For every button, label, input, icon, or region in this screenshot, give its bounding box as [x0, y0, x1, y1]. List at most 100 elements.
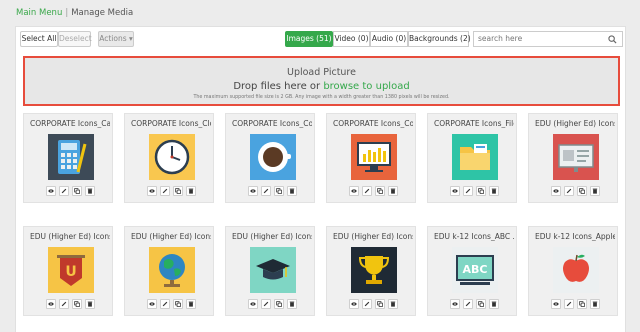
view-button[interactable]: [248, 186, 258, 196]
eye-icon: [351, 189, 357, 193]
copy-button[interactable]: [274, 186, 284, 196]
copy-icon: [478, 301, 484, 307]
edit-button[interactable]: [564, 299, 574, 309]
media-card[interactable]: CORPORATE Icons_File: [427, 113, 517, 203]
media-actions: [147, 186, 197, 196]
delete-button[interactable]: [85, 299, 95, 309]
select-all-button[interactable]: Select All: [20, 31, 58, 47]
copy-button[interactable]: [375, 299, 385, 309]
edit-button[interactable]: [59, 299, 69, 309]
view-button[interactable]: [551, 299, 561, 309]
media-card[interactable]: EDU k-12 Icons_ABC ... ABC: [427, 226, 517, 316]
delete-button[interactable]: [85, 186, 95, 196]
delete-button[interactable]: [590, 299, 600, 309]
tab-backgrounds[interactable]: Backgrounds (2): [408, 31, 471, 47]
media-card[interactable]: CORPORATE Icons_Cof...: [225, 113, 315, 203]
upload-drop-text: Drop files here or browse to upload: [25, 81, 618, 92]
delete-button[interactable]: [186, 299, 196, 309]
media-actions: [551, 186, 601, 196]
view-button[interactable]: [147, 299, 157, 309]
tab-audio[interactable]: Audio (0): [370, 31, 408, 47]
trash-icon: [188, 301, 194, 307]
media-card[interactable]: EDU k-12 Icons_Apple: [528, 226, 618, 316]
browse-link[interactable]: browse to upload: [323, 81, 409, 92]
search-placeholder: search here: [478, 34, 523, 43]
pencil-icon: [566, 188, 572, 194]
media-card[interactable]: EDU (Higher Ed) Icons... U: [23, 226, 113, 316]
copy-button[interactable]: [274, 299, 284, 309]
media-actions: [248, 299, 298, 309]
delete-button[interactable]: [388, 299, 398, 309]
view-button[interactable]: [349, 299, 359, 309]
media-card[interactable]: CORPORATE Icons_Co...: [326, 113, 416, 203]
delete-button[interactable]: [388, 186, 398, 196]
breadcrumb-main-menu-link[interactable]: Main Menu: [16, 8, 62, 18]
eye-icon: [452, 189, 458, 193]
view-button[interactable]: [450, 299, 460, 309]
copy-button[interactable]: [72, 299, 82, 309]
trophy-icon: [351, 247, 397, 293]
media-card[interactable]: EDU (Higher Ed) Icons...: [225, 226, 315, 316]
copy-button[interactable]: [476, 299, 486, 309]
media-title: EDU (Higher Ed) Icons...: [333, 232, 413, 241]
media-card[interactable]: EDU (Higher Ed) Icons...: [326, 226, 416, 316]
media-title: CORPORATE Icons_File: [434, 119, 514, 128]
view-button[interactable]: [248, 299, 258, 309]
search-input[interactable]: search here: [473, 31, 623, 47]
delete-button[interactable]: [287, 299, 297, 309]
actions-dropdown[interactable]: Actions ▾: [98, 31, 134, 47]
copy-button[interactable]: [375, 186, 385, 196]
view-button[interactable]: [46, 186, 56, 196]
edit-button[interactable]: [463, 299, 473, 309]
edit-button[interactable]: [463, 186, 473, 196]
edit-button[interactable]: [59, 186, 69, 196]
copy-button[interactable]: [72, 186, 82, 196]
view-button[interactable]: [46, 299, 56, 309]
drop-text: Drop files here or: [233, 81, 321, 92]
upload-dropzone[interactable]: Upload Picture Drop files here or browse…: [23, 56, 620, 106]
delete-button[interactable]: [489, 299, 499, 309]
view-button[interactable]: [450, 186, 460, 196]
view-button[interactable]: [147, 186, 157, 196]
copy-button[interactable]: [577, 186, 587, 196]
copy-button[interactable]: [173, 186, 183, 196]
trash-icon: [592, 188, 598, 194]
svg-text:ABC: ABC: [463, 263, 488, 276]
tab-images[interactable]: Images (51): [285, 31, 333, 47]
delete-button[interactable]: [489, 186, 499, 196]
media-title: EDU (Higher Ed) Icons...: [131, 232, 211, 241]
copy-icon: [175, 301, 181, 307]
media-card[interactable]: CORPORATE Icons_Clo...: [124, 113, 214, 203]
copy-icon: [579, 188, 585, 194]
edit-button[interactable]: [261, 186, 271, 196]
media-panel: Select All Deselect Actions ▾ Images (51…: [15, 26, 626, 332]
trash-icon: [592, 301, 598, 307]
eye-icon: [149, 189, 155, 193]
media-card[interactable]: EDU (Higher Ed) Icons...: [528, 113, 618, 203]
edit-button[interactable]: [362, 186, 372, 196]
eye-icon: [48, 302, 54, 306]
view-button[interactable]: [349, 186, 359, 196]
copy-button[interactable]: [173, 299, 183, 309]
folder-icon: [452, 134, 498, 180]
media-card[interactable]: EDU (Higher Ed) Icons...: [124, 226, 214, 316]
edit-button[interactable]: [564, 186, 574, 196]
deselect-button[interactable]: Deselect: [58, 31, 92, 47]
search-icon[interactable]: [608, 35, 617, 44]
edit-button[interactable]: [362, 299, 372, 309]
tab-video[interactable]: Video (0): [333, 31, 370, 47]
copy-button[interactable]: [577, 299, 587, 309]
computer-chart-icon: [351, 134, 397, 180]
media-card[interactable]: CORPORATE Icons_Cal...: [23, 113, 113, 203]
edit-button[interactable]: [160, 186, 170, 196]
delete-button[interactable]: [287, 186, 297, 196]
eye-icon: [149, 302, 155, 306]
edit-button[interactable]: [261, 299, 271, 309]
view-button[interactable]: [551, 186, 561, 196]
copy-button[interactable]: [476, 186, 486, 196]
globe-icon: [149, 247, 195, 293]
delete-button[interactable]: [590, 186, 600, 196]
edit-button[interactable]: [160, 299, 170, 309]
svg-text:U: U: [65, 264, 76, 280]
delete-button[interactable]: [186, 186, 196, 196]
